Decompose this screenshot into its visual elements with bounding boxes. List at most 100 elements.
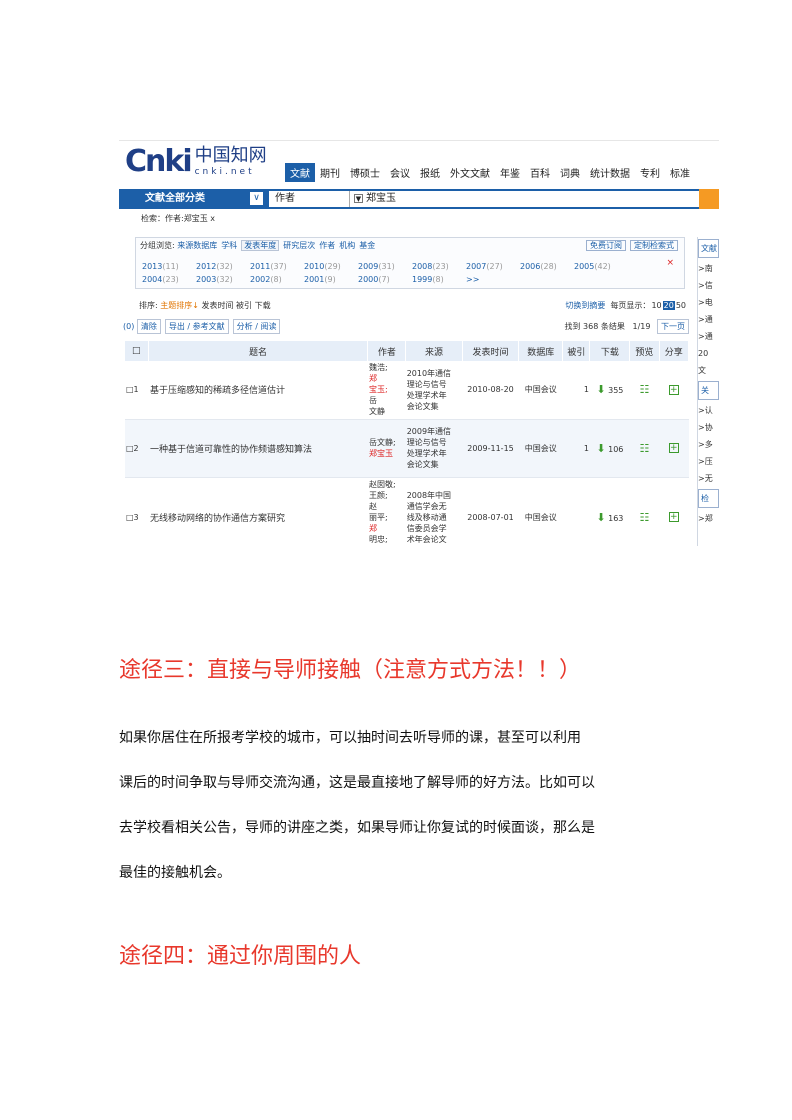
group-option[interactable]: 研究层次 [283, 241, 315, 250]
sidebar-item[interactable]: >电 [698, 294, 719, 311]
author-name[interactable]: 郑 [369, 523, 405, 534]
plus-icon[interactable]: + [668, 443, 679, 453]
row-authors[interactable]: 赵囡敬;王颜;赵丽平;郑明忠;郑 [367, 477, 406, 547]
col-db[interactable]: 数据库 [518, 341, 564, 361]
action-button[interactable]: 导出 / 参考文献 [164, 319, 229, 334]
select-all-checkbox[interactable]: □ [125, 341, 149, 361]
plus-icon[interactable]: + [668, 512, 679, 522]
sidebar-item[interactable]: >郑 [698, 510, 719, 527]
group-option[interactable]: 发表年度 [241, 240, 280, 251]
year-link[interactable]: 2002(8) [250, 273, 304, 286]
col-share[interactable]: 分享 [659, 341, 690, 361]
per-page-option[interactable]: 50 [675, 301, 687, 310]
col-download[interactable]: 下载 [589, 341, 631, 361]
row-authors[interactable]: 魏浩; 郑宝玉; 岳文静 [367, 361, 406, 420]
author-name[interactable]: 赵 [369, 501, 405, 512]
chevron-down-icon[interactable]: ∨ [250, 192, 263, 205]
tab-外文文献[interactable]: 外文文献 [445, 163, 495, 182]
author-name[interactable]: 岳文静; [369, 437, 405, 448]
tab-期刊[interactable]: 期刊 [315, 163, 345, 182]
tab-年鉴[interactable]: 年鉴 [495, 163, 525, 182]
year-link[interactable]: 2011(37) [250, 260, 304, 273]
sort-option[interactable]: 发表时间 [202, 301, 234, 310]
group-option[interactable]: 作者 [319, 241, 335, 250]
year-link[interactable]: 2005(42) [574, 260, 628, 273]
tab-会议[interactable]: 会议 [385, 163, 415, 182]
year-link[interactable]: 2000(7) [358, 273, 412, 286]
sidebar-item[interactable]: >认 [698, 402, 719, 419]
row-checkbox[interactable]: □1 [125, 361, 149, 420]
sidebar-item[interactable]: >南 [698, 260, 719, 277]
year-link[interactable]: 2007(27) [466, 260, 520, 273]
subscribe-button[interactable]: 免费订阅 [586, 240, 626, 251]
year-link[interactable]: 1999(8) [412, 273, 466, 286]
group-option[interactable]: 学科 [221, 241, 237, 250]
col-source[interactable]: 来源 [405, 341, 463, 361]
author-name[interactable]: 魏浩; [369, 362, 405, 373]
field-select[interactable]: 作者 [269, 191, 361, 207]
tab-百科[interactable]: 百科 [525, 163, 555, 182]
book-icon[interactable]: ☷ [640, 383, 650, 396]
author-name[interactable]: 郑宝玉 [369, 448, 405, 459]
search-input[interactable]: ▼ 郑宝玉 [349, 191, 715, 207]
author-name[interactable]: 丽平; [369, 512, 405, 523]
sidebar-item[interactable]: >通 [698, 311, 719, 328]
search-button[interactable] [699, 189, 719, 209]
tab-词典[interactable]: 词典 [555, 163, 585, 182]
download-icon[interactable]: ⬇ [596, 442, 605, 455]
year-link[interactable]: 2012(32) [196, 260, 250, 273]
col-date[interactable]: 发表时间 [462, 341, 520, 361]
sidebar-item[interactable]: >多 [698, 436, 719, 453]
download-icon[interactable]: ⬇ [596, 511, 605, 524]
row-authors[interactable]: 岳文静; 郑宝玉 [367, 419, 406, 478]
plus-icon[interactable]: + [668, 384, 679, 395]
col-cited[interactable]: 被引 [562, 341, 591, 361]
author-name[interactable]: 王颜; [369, 490, 405, 501]
tab-报纸[interactable]: 报纸 [415, 163, 445, 182]
author-name[interactable]: 明忠; [369, 534, 405, 545]
group-option[interactable]: 来源数据库 [177, 241, 217, 250]
year-link[interactable]: >> [466, 273, 520, 286]
tab-文献[interactable]: 文献 [285, 163, 315, 182]
author-name[interactable]: 文静 [369, 406, 405, 417]
per-page-option[interactable]: 20 [662, 301, 675, 310]
year-link[interactable]: 2003(32) [196, 273, 250, 286]
author-name[interactable]: 郑 [369, 545, 405, 547]
sort-topic[interactable]: 主题排序 [160, 301, 192, 310]
book-icon[interactable]: ☷ [640, 442, 650, 455]
group-option[interactable]: 机构 [339, 241, 355, 250]
author-name[interactable]: 赵囡敬; [369, 479, 405, 490]
year-link[interactable]: 2004(23) [142, 273, 196, 286]
author-name[interactable]: 郑 [369, 373, 405, 384]
year-link[interactable]: 2001(9) [304, 273, 358, 286]
sidebar-item[interactable]: 文 [698, 362, 719, 379]
sidebar-item[interactable]: >通 [698, 328, 719, 345]
year-link[interactable]: 2008(23) [412, 260, 466, 273]
sidebar-item[interactable]: 关 [698, 381, 719, 400]
sort-option[interactable]: 被引 [234, 301, 252, 310]
row-title[interactable]: 无线移动网络的协作通信方案研究 [148, 477, 368, 546]
sidebar-item[interactable]: >压 [698, 453, 719, 470]
col-preview[interactable]: 预览 [629, 341, 660, 361]
action-button[interactable]: 清除 [136, 319, 161, 334]
group-option[interactable]: 基金 [359, 241, 375, 250]
sidebar-item[interactable]: 检 [698, 489, 719, 508]
year-link[interactable]: 2013(11) [142, 260, 196, 273]
category-select[interactable]: 文献全部分类 [125, 192, 265, 206]
tab-标准[interactable]: 标准 [665, 163, 695, 182]
sidebar-item[interactable]: >无 [698, 470, 719, 487]
tab-统计数据[interactable]: 统计数据 [585, 163, 635, 182]
subscribe-button[interactable]: 定制检索式 [630, 240, 678, 251]
next-page-button[interactable]: 下一页 [657, 319, 689, 334]
sidebar-item[interactable]: >信 [698, 277, 719, 294]
col-author[interactable]: 作者 [367, 341, 407, 361]
sidebar-item[interactable]: 文献 [698, 239, 719, 258]
year-link[interactable]: 2006(28) [520, 260, 574, 273]
sidebar-item[interactable]: 20 [698, 345, 719, 362]
dropdown-icon[interactable]: ▼ [354, 193, 363, 203]
cnki-logo[interactable]: Cnki 中国知网 cnki.net [125, 145, 267, 181]
tab-博硕士[interactable]: 博硕士 [345, 163, 385, 182]
year-link[interactable]: 2010(29) [304, 260, 358, 273]
author-name[interactable]: 岳 [369, 395, 405, 406]
row-checkbox[interactable]: □2 [125, 419, 149, 478]
